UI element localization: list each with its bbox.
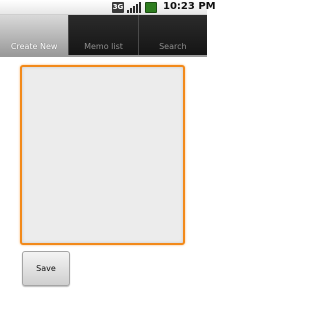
signal-strength-icon [127,2,141,13]
tab-bar: Create New Memo list Search [0,15,207,55]
status-bar: 3G 10:23 PM [0,0,216,15]
tab-label: Create New [10,42,58,51]
clock: 10:23 PM [163,1,216,12]
battery-icon [145,2,157,13]
data-activity-icon: 3G [112,2,124,13]
memo-text-input[interactable] [20,65,185,245]
save-button[interactable]: Save [22,251,70,286]
tab-label: Memo list [84,42,123,51]
tab-create-new[interactable]: Create New [0,15,70,55]
tab-search[interactable]: Search [138,15,207,55]
tab-memo-list[interactable]: Memo list [69,15,139,55]
tab-label: Search [159,42,187,51]
tab-divider [0,55,207,57]
